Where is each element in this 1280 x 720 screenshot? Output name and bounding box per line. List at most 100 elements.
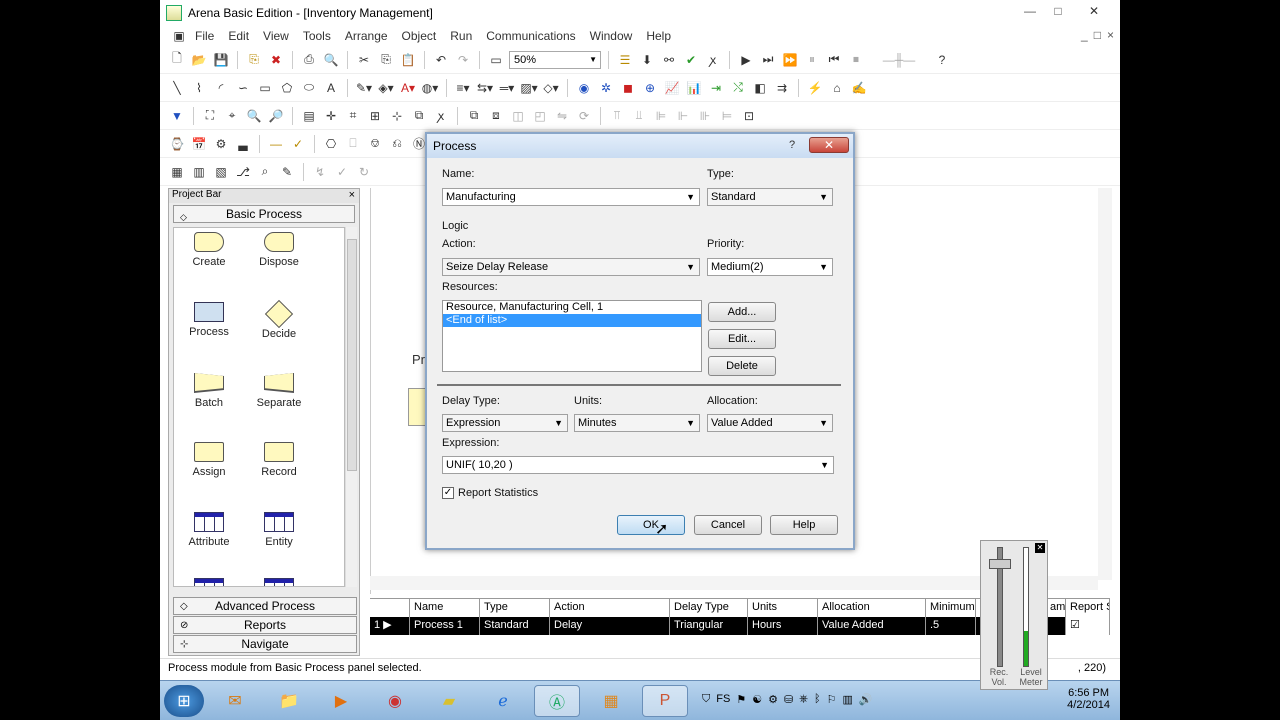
layers-toggle-icon[interactable]: ⧉ <box>410 107 428 125</box>
menu-window[interactable]: Window <box>583 29 640 43</box>
canvas-vertical-scrollbar[interactable] <box>1098 188 1112 580</box>
module-entity[interactable]: Entity <box>244 512 314 548</box>
close-button[interactable]: ✕ <box>1074 2 1114 20</box>
variable-icon[interactable]: ⚙ <box>212 135 230 153</box>
module-separate[interactable]: Separate <box>244 372 314 409</box>
end-of-list-item[interactable]: <End of list> <box>443 314 701 327</box>
dialog-help-icon[interactable]: ? <box>781 137 803 153</box>
spreadsheet-cell[interactable]: Delay <box>550 617 670 635</box>
align-center-icon[interactable]: ⊪ <box>696 107 714 125</box>
arena-taskbar-icon[interactable]: Ⓐ <box>534 685 580 717</box>
pause-icon[interactable]: ⏸ <box>803 51 821 69</box>
glue-icon[interactable]: ⊹ <box>388 107 406 125</box>
distance-icon[interactable]: ⇉ <box>773 79 791 97</box>
spreadsheet-cell[interactable]: Triangular <box>670 617 748 635</box>
ellipse-icon[interactable]: ⬭ <box>300 79 318 97</box>
zoom-combo[interactable]: 50% ▼ <box>509 50 601 69</box>
resource-icon[interactable]: ◼ <box>619 79 637 97</box>
redo-step-icon[interactable]: ↻ <box>355 163 373 181</box>
module-batch[interactable]: Batch <box>174 372 244 409</box>
align-bottom-icon[interactable]: ⫫ <box>630 107 648 125</box>
bluetooth-icon[interactable]: ᛒ <box>814 693 821 706</box>
network-icon[interactable]: ▥ <box>842 693 852 706</box>
maximize-button[interactable]: □ <box>1046 2 1070 20</box>
check-icon[interactable]: ✓ <box>333 163 351 181</box>
module-record[interactable]: Record <box>244 442 314 478</box>
align-right-icon[interactable]: ⊩ <box>674 107 692 125</box>
transporter-icon[interactable]: ⎊ <box>366 135 384 153</box>
ie-taskbar-icon[interactable]: ℯ <box>480 685 526 717</box>
chevron-down-icon[interactable]: ▼ <box>819 189 828 205</box>
action-select[interactable]: Seize Delay Release ▼ <box>442 258 700 276</box>
segment-icon[interactable]: ◧ <box>751 79 769 97</box>
conveyor-icon[interactable]: ⎌ <box>388 135 406 153</box>
snap-to-grid-icon[interactable]: ⊡ <box>740 107 758 125</box>
polyline-icon[interactable]: ⌇ <box>190 79 208 97</box>
chevron-down-icon[interactable]: ▼ <box>686 415 695 431</box>
recording-volume-knob[interactable] <box>989 559 1011 569</box>
type-select[interactable]: Standard ▼ <box>707 188 833 206</box>
new-icon[interactable]: 🗋 <box>168 51 186 69</box>
fs-icon[interactable]: FS <box>716 693 730 706</box>
checkmark-icon[interactable]: ✓ <box>289 135 307 153</box>
line-icon[interactable]: ╲ <box>168 79 186 97</box>
redo-icon[interactable]: ↷ <box>454 51 472 69</box>
module-attribute[interactable]: Attribute <box>174 512 244 548</box>
office-taskbar-icon[interactable]: ▦ <box>588 685 634 717</box>
edit-button[interactable]: Edit... <box>708 329 776 349</box>
plot-icon[interactable]: 📈 <box>663 79 681 97</box>
polygon-icon[interactable]: ⬠ <box>278 79 296 97</box>
detach-icon[interactable]: ✖ <box>267 51 285 69</box>
arrow-style-icon[interactable]: ═▾ <box>498 79 516 97</box>
chrome-taskbar-icon[interactable]: ◉ <box>372 685 418 717</box>
line-width-icon[interactable]: ≡▾ <box>454 79 472 97</box>
module-partial-left[interactable] <box>174 578 244 586</box>
submodel-open-icon[interactable]: ⎔ <box>322 135 340 153</box>
chevron-down-icon[interactable]: ▼ <box>820 457 829 473</box>
connect-icon[interactable]: ⬇ <box>638 51 656 69</box>
allocation-select[interactable]: Value Added ▼ <box>707 414 833 432</box>
level-icon[interactable]: 📊 <box>685 79 703 97</box>
ruler-icon[interactable]: ▤ <box>300 107 318 125</box>
line-color-icon[interactable]: ✎▾ <box>355 79 373 97</box>
mdi-close-button[interactable]: × <box>1107 28 1114 42</box>
view-all-icon[interactable]: ▭ <box>487 51 505 69</box>
resource-picture-icon[interactable]: ▥ <box>190 163 208 181</box>
spreadsheet-cell[interactable]: Process 1 <box>410 617 480 635</box>
date-icon[interactable]: 📅 <box>190 135 208 153</box>
dialog-close-button[interactable]: ✕ <box>809 137 849 153</box>
rotate-icon[interactable]: ⟳ <box>575 107 593 125</box>
command-icon[interactable]: ↯ <box>311 163 329 181</box>
global-picture-icon[interactable]: ▧ <box>212 163 230 181</box>
lightning-icon[interactable]: ⚡ <box>806 79 824 97</box>
resources-list[interactable]: Resource, Manufacturing Cell, 1 <End of … <box>442 300 702 372</box>
window-background-color-icon[interactable]: ◍▾ <box>421 79 439 97</box>
send-to-back-icon[interactable]: ⧈ <box>487 107 505 125</box>
flip-icon[interactable]: ⇋ <box>553 107 571 125</box>
trace-icon[interactable]: ✎ <box>278 163 296 181</box>
attach-icon[interactable]: ⎘ <box>245 51 263 69</box>
panel-advanced-process[interactable]: ◇ Advanced Process <box>173 597 357 615</box>
project-bar-close-icon[interactable]: × <box>349 189 355 201</box>
go-icon[interactable]: ▶ <box>737 51 755 69</box>
menu-run[interactable]: Run <box>443 29 479 43</box>
media-player-taskbar-icon[interactable]: ▶ <box>318 685 364 717</box>
zoom-to-fit-icon[interactable]: ⛶ <box>201 107 219 125</box>
cut-icon[interactable]: ✂ <box>355 51 373 69</box>
end-icon[interactable]: ⏹ <box>847 51 865 69</box>
help-button[interactable]: Help <box>770 515 838 535</box>
menu-tools[interactable]: Tools <box>296 29 338 43</box>
layers-icon[interactable]: ☰ <box>616 51 634 69</box>
group-icon[interactable]: ◫ <box>509 107 527 125</box>
menu-communications[interactable]: Communications <box>479 29 582 43</box>
module-partial-right[interactable] <box>244 578 314 586</box>
named-views-icon[interactable]: ꭗ <box>432 107 450 125</box>
station-icon[interactable]: ⇥ <box>707 79 725 97</box>
text-icon[interactable]: A <box>322 79 340 97</box>
spreadsheet-cell[interactable] <box>1046 617 1066 635</box>
report-statistics-checkbox[interactable]: ✓ <box>442 487 454 499</box>
module-dispose[interactable]: Dispose <box>244 232 314 268</box>
highlight-icon[interactable]: — <box>267 135 285 153</box>
add-button[interactable]: Add... <box>708 302 776 322</box>
minimize-button[interactable]: — <box>1018 2 1042 20</box>
